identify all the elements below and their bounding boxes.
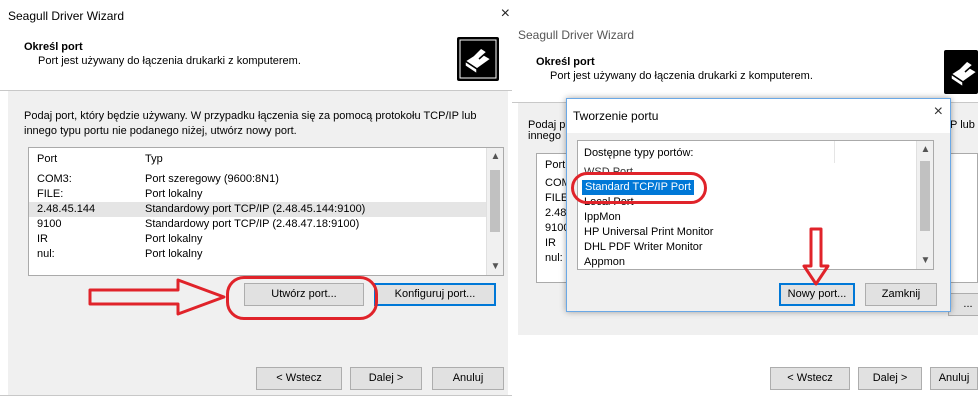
close-icon[interactable]: × (501, 5, 510, 23)
port-cell: FILE: (37, 188, 64, 200)
next-button[interactable]: Dalej > (350, 367, 422, 390)
page-subtitle: Port jest używany do łączenia drukarki z… (550, 70, 813, 82)
create-port-dialog: Tworzenie portu × Dostępne typy portów: … (566, 98, 951, 312)
column-port[interactable]: Port (37, 152, 57, 167)
annotation-ellipse (226, 276, 378, 320)
table-row[interactable]: 9100 Standardowy port TCP/IP (2.48.47.18… (29, 217, 487, 232)
chevron-down-icon[interactable]: ▼ (917, 252, 933, 269)
dialog-title: Tworzenie portu (573, 109, 659, 123)
scroll-thumb[interactable] (490, 170, 500, 232)
list-item[interactable]: Appmon (584, 255, 625, 269)
list-scrollbar[interactable]: ▲ ▼ (916, 141, 933, 269)
cancel-button[interactable]: Anuluj (930, 367, 978, 390)
type-cell: Port szeregowy (9600:8N1) (145, 173, 279, 185)
port-cell: nul: (37, 248, 55, 260)
table-row[interactable]: COM3: Port szeregowy (9600:8N1) (29, 172, 487, 187)
type-cell: Standardowy port TCP/IP (2.48.45.144:910… (145, 203, 366, 215)
arrow-down-icon (802, 227, 830, 286)
table-row[interactable]: IR Port lokalny (29, 232, 487, 247)
intro-line-1: Podaj port, który będzie używany. W przy… (24, 110, 477, 122)
port-cell: IR (37, 233, 48, 245)
scroll-thumb[interactable] (920, 161, 930, 231)
intro-tail: P lub (950, 119, 975, 131)
list-scrollbar[interactable]: ▲ ▼ (486, 148, 503, 275)
table-row[interactable]: 2.48.45.144 Standardowy port TCP/IP (2.4… (29, 202, 487, 217)
port-cell: 2.48.45.144 (37, 203, 96, 215)
type-cell: Standardowy port TCP/IP (2.48.47.18:9100… (145, 218, 360, 230)
chevron-up-icon[interactable]: ▲ (487, 148, 503, 165)
port-cell: COM3: (37, 173, 72, 185)
list-header[interactable]: Port Typ (29, 152, 487, 167)
column-type[interactable]: Typ (145, 152, 163, 167)
intro-fragment-2: innego (528, 130, 562, 142)
page-title: Określ port (24, 41, 83, 53)
close-icon[interactable]: × (934, 103, 943, 121)
port-type-list[interactable]: Dostępne typy portów: WSD Port Standard … (577, 140, 934, 270)
port-cell: IR (545, 237, 556, 249)
printer-icon (457, 37, 499, 81)
arrow-right-icon (88, 278, 226, 316)
list-header: Dostępne typy portów: (584, 147, 694, 159)
type-cell: Port lokalny (145, 233, 203, 245)
type-cell: Port lokalny (145, 188, 203, 200)
back-button[interactable]: < Wstecz (770, 367, 850, 390)
port-cell: 2.48 (545, 207, 567, 219)
column-divider (834, 141, 835, 163)
port-list[interactable]: Port Typ COM3: Port szeregowy (9600:8N1)… (28, 147, 504, 276)
back-button[interactable]: < Wstecz (256, 367, 342, 390)
column-port[interactable]: Port (545, 158, 565, 173)
list-item[interactable]: DHL PDF Writer Monitor (584, 240, 703, 255)
page-title: Określ port (536, 56, 595, 68)
annotation-ellipse (571, 172, 707, 204)
next-button[interactable]: Dalej > (858, 367, 922, 390)
window-title: Seagull Driver Wizard (518, 28, 635, 42)
list-item[interactable]: HP Universal Print Monitor (584, 225, 713, 240)
window-title: Seagull Driver Wizard (8, 9, 125, 23)
type-cell: Port lokalny (145, 248, 203, 260)
page-subtitle: Port jest używany do łączenia drukarki z… (38, 55, 301, 67)
port-cell: 9100 (37, 218, 62, 230)
configure-port-button[interactable]: ... (948, 293, 978, 316)
content-panel: Podaj port, który będzie używany. W przy… (8, 91, 508, 395)
port-cell: nul: (545, 252, 563, 264)
table-row[interactable]: nul: Port lokalny (29, 247, 487, 262)
dialog-body: Dostępne typy portów: WSD Port Standard … (567, 133, 950, 311)
seagull-wizard-window: Seagull Driver Wizard × Określ port Port… (0, 0, 512, 396)
close-button[interactable]: Zamknij (865, 283, 937, 306)
configure-port-button[interactable]: Konfiguruj port... (374, 283, 496, 306)
list-item[interactable]: IppMon (584, 210, 621, 225)
chevron-down-icon[interactable]: ▼ (487, 258, 503, 275)
cancel-button[interactable]: Anuluj (432, 367, 504, 390)
intro-line-2: innego typu portu nie podanego niżej, ut… (24, 125, 297, 137)
chevron-up-icon[interactable]: ▲ (917, 141, 933, 158)
printer-icon (944, 50, 978, 94)
table-row[interactable]: FILE: Port lokalny (29, 187, 487, 202)
